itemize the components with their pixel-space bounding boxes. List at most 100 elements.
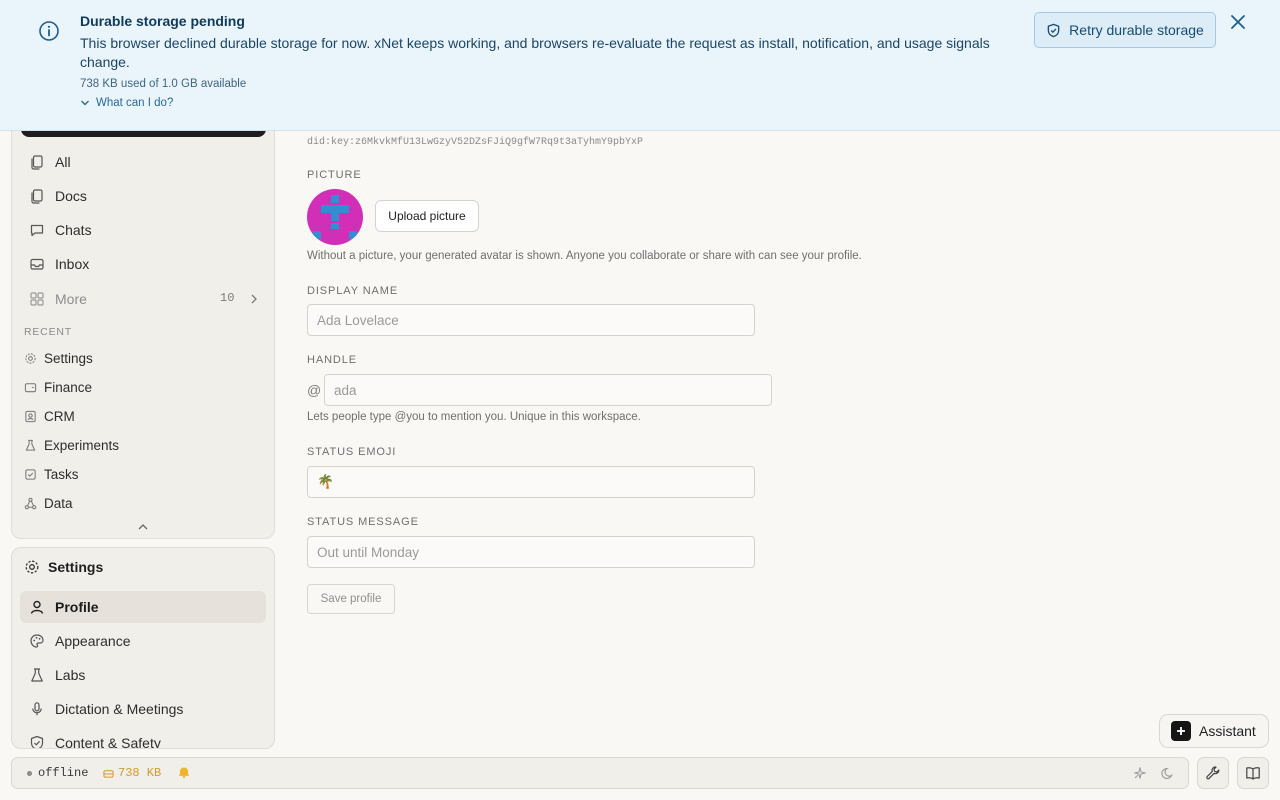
- storage-banner: Durable storage pending This browser dec…: [0, 0, 1280, 131]
- wrench-icon: [1206, 766, 1220, 780]
- contact-card-icon: [25, 410, 36, 422]
- what-can-i-do-label: What can I do?: [96, 97, 174, 109]
- recent-label: RECENT: [24, 326, 72, 338]
- connection-status[interactable]: offline: [38, 766, 88, 780]
- docs-button[interactable]: [1237, 757, 1269, 789]
- bell-icon[interactable]: [177, 765, 191, 779]
- settings-item-profile[interactable]: Profile: [20, 591, 266, 623]
- inbox-icon: [30, 258, 44, 270]
- tools-button[interactable]: [1197, 757, 1229, 789]
- moon-icon[interactable]: [1161, 766, 1175, 780]
- sidebar-item-label: All: [55, 154, 71, 170]
- storage-indicator[interactable]: 738 KB: [103, 766, 161, 780]
- storage-usage: 738 KB used of 1.0 GB available: [80, 78, 247, 90]
- recent-item-tasks[interactable]: Tasks: [24, 463, 79, 485]
- chevron-up-icon[interactable]: [137, 521, 149, 533]
- info-icon: [39, 21, 59, 41]
- recent-item-crm[interactable]: CRM: [24, 405, 75, 427]
- settings-item-label: Appearance: [55, 633, 131, 649]
- recent-item-label: Settings: [44, 350, 93, 366]
- network-icon: [24, 497, 37, 509]
- handle-help-text: Lets people type @you to mention you. Un…: [307, 411, 641, 423]
- storage-value: 738 KB: [118, 766, 162, 780]
- display-name-input[interactable]: Ada Lovelace: [307, 304, 755, 336]
- sidebar-nav: All Docs Chats Inbox More 10 RECENT Sett…: [11, 110, 275, 539]
- close-icon[interactable]: [1228, 12, 1248, 32]
- wallet-icon: [24, 382, 37, 392]
- more-count: 10: [220, 291, 235, 305]
- banner-message: This browser declined durable storage fo…: [80, 35, 990, 70]
- recent-item-label: Experiments: [44, 437, 120, 453]
- picture-help-text: Without a picture, your generated avatar…: [307, 250, 862, 262]
- sidebar-item-docs[interactable]: Docs: [29, 183, 87, 209]
- banner-title: Durable storage pending: [80, 13, 245, 29]
- handle-prefix: @: [307, 382, 322, 398]
- recent-item-experiments[interactable]: Experiments: [24, 434, 119, 456]
- recent-item-label: Data: [44, 495, 73, 511]
- status-message-label: STATUS MESSAGE: [307, 516, 419, 528]
- what-can-i-do-toggle[interactable]: What can I do?: [80, 97, 173, 109]
- plus-icon: [1171, 721, 1191, 741]
- assistant-button[interactable]: Assistant: [1159, 714, 1269, 748]
- recent-item-data[interactable]: Data: [24, 492, 73, 514]
- save-profile-button[interactable]: Save profile: [307, 584, 395, 614]
- did-identifier: did:key:z6MkvkMfU13LwGzyV52DZsFJiQ9gfW7R…: [307, 137, 644, 148]
- grid-icon: [30, 292, 44, 306]
- sidebar-item-label: Inbox: [55, 256, 90, 272]
- sidebar-item-label: Docs: [55, 188, 87, 204]
- files-icon: [31, 155, 43, 170]
- settings-item-label: Labs: [55, 667, 86, 683]
- handle-label: HANDLE: [307, 354, 358, 366]
- settings-panel: Settings Profile Appearance Labs Dictati…: [11, 547, 275, 749]
- picture-label: PICTURE: [307, 169, 362, 181]
- retry-label: Retry durable storage: [1069, 22, 1204, 38]
- handle-input[interactable]: ada: [324, 374, 772, 406]
- gear-icon: [25, 560, 39, 574]
- sidebar-item-label: Chats: [55, 222, 92, 238]
- gear-icon: [25, 352, 36, 364]
- recent-item-label: Tasks: [44, 466, 79, 482]
- upload-picture-button[interactable]: Upload picture: [375, 200, 479, 232]
- assistant-label: Assistant: [1199, 723, 1256, 739]
- status-bar: offline 738 KB: [11, 757, 1189, 789]
- retry-durable-storage-button[interactable]: Retry durable storage: [1034, 12, 1216, 48]
- microphone-icon: [32, 702, 42, 716]
- recent-item-label: CRM: [44, 408, 75, 424]
- book-open-icon: [1246, 767, 1260, 780]
- status-message-input[interactable]: Out until Monday: [307, 536, 755, 568]
- flask-icon: [25, 439, 36, 451]
- avatar[interactable]: [307, 189, 363, 245]
- chat-icon: [30, 224, 44, 237]
- sidebar-item-all[interactable]: All: [29, 149, 71, 175]
- palette-icon: [30, 634, 44, 648]
- settings-item-label: Profile: [55, 599, 99, 615]
- sidebar-item-more[interactable]: More: [29, 286, 87, 312]
- shield-check-icon: [1047, 23, 1060, 37]
- sidebar-item-inbox[interactable]: Inbox: [29, 251, 89, 277]
- checkbox-icon: [25, 468, 36, 480]
- settings-item-content-safety[interactable]: Content & Safety: [20, 727, 266, 749]
- connection-dot: [27, 771, 32, 776]
- shield-check-icon: [30, 735, 44, 748]
- settings-item-label: Content & Safety: [55, 735, 161, 749]
- flask-icon: [31, 668, 43, 682]
- sparkle-icon[interactable]: [1133, 766, 1147, 780]
- recent-item-label: Finance: [44, 379, 93, 395]
- settings-item-labs[interactable]: Labs: [20, 659, 266, 691]
- settings-item-dictation[interactable]: Dictation & Meetings: [20, 693, 266, 725]
- doc-icon: [31, 189, 43, 204]
- settings-item-label: Dictation & Meetings: [55, 701, 184, 717]
- display-name-label: DISPLAY NAME: [307, 285, 399, 297]
- recent-item-finance[interactable]: Finance: [24, 376, 92, 398]
- user-icon: [30, 600, 44, 614]
- sidebar-item-chats[interactable]: Chats: [29, 217, 92, 243]
- chevron-down-icon: [81, 100, 89, 106]
- chevron-right-icon[interactable]: [248, 293, 260, 305]
- settings-item-appearance[interactable]: Appearance: [20, 625, 266, 657]
- settings-title: Settings: [48, 559, 104, 575]
- status-emoji-input[interactable]: 🌴: [307, 466, 755, 498]
- status-emoji-label: STATUS EMOJI: [307, 446, 397, 458]
- database-icon: [103, 769, 114, 778]
- recent-item-settings[interactable]: Settings: [24, 347, 93, 369]
- sidebar-item-label: More: [55, 291, 87, 307]
